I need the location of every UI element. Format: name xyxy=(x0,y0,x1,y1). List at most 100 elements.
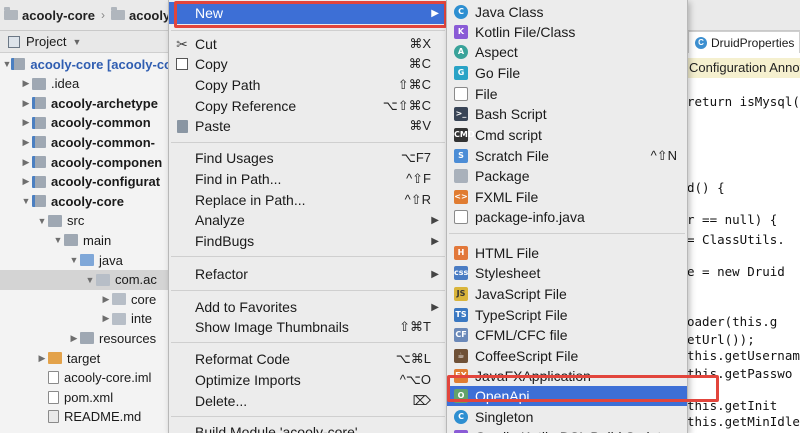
menu-shortcut: ⌥⌘L xyxy=(395,351,431,366)
submenu-item-label: Kotlin File/Class xyxy=(475,24,576,40)
menu-item-copy[interactable]: Copy ⌘C xyxy=(169,54,447,74)
tree-node-label: target xyxy=(67,350,101,366)
menu-item-label: Show Image Thumbnails xyxy=(195,319,349,335)
collapse-arrow-icon[interactable]: ▶ xyxy=(20,98,32,109)
submenu-item-package[interactable]: Package xyxy=(447,166,687,186)
menu-item-label: Paste xyxy=(195,118,231,134)
breadcrumb-item-root[interactable]: acooly-core xyxy=(4,7,95,23)
collapse-arrow-icon[interactable]: ▶ xyxy=(100,313,112,324)
menu-item-add-to-favorites[interactable]: Add to Favorites ▶ xyxy=(169,297,447,317)
menu-item-findbugs[interactable]: FindBugs ▶ xyxy=(169,231,447,251)
tree-node[interactable]: ▶ inte xyxy=(0,309,172,329)
folder-icon xyxy=(11,58,26,70)
expand-arrow-icon[interactable]: ▼ xyxy=(36,216,48,226)
tree-node[interactable]: acooly-core.iml xyxy=(0,368,172,388)
menu-item-replace-in-path[interactable]: Replace in Path... ^⇧R xyxy=(169,190,447,210)
menu-item-label: Copy Path xyxy=(195,77,261,93)
submenu-item-singleton[interactable]: C Singleton xyxy=(447,407,687,427)
submenu-item-icon-cell: ☕ xyxy=(447,349,475,363)
tree-node[interactable]: ▶ core xyxy=(0,289,172,309)
notification-banner[interactable]: Configuration Annotation Processor to up… xyxy=(687,58,800,78)
tree-node[interactable]: ▼ com.ac xyxy=(0,269,172,290)
folder-icon xyxy=(112,293,126,306)
menu-item-label: Reformat Code xyxy=(195,351,290,367)
project-view-header[interactable]: Project ▼ xyxy=(0,31,172,53)
collapse-arrow-icon[interactable]: ▶ xyxy=(20,117,32,128)
tree-node[interactable]: ▶ resources xyxy=(0,328,172,348)
menu-shortcut: ^⇧N xyxy=(650,148,677,163)
menu-item-paste[interactable]: Paste ⌘V xyxy=(169,116,447,136)
submenu-item-aspect[interactable]: A Aspect xyxy=(447,42,687,62)
menu-item-label: Find Usages xyxy=(195,150,274,166)
tree-node[interactable]: ▶ acooly-configurat xyxy=(0,172,172,192)
tree-node[interactable]: ▶ target xyxy=(0,348,172,368)
menu-item-find-in-path[interactable]: Find in Path... ^⇧F xyxy=(169,169,447,189)
expand-arrow-icon[interactable]: ▼ xyxy=(52,235,64,245)
menu-item-copy-path[interactable]: Copy Path ⇧⌘C xyxy=(169,75,447,95)
tree-node[interactable]: ▶ acooly-componen xyxy=(0,152,172,172)
submenu-item-typescript-file[interactable]: TS TypeScript File xyxy=(447,305,687,325)
tree-node[interactable]: ▼ acooly-core xyxy=(0,191,172,211)
menu-item-analyze[interactable]: Analyze ▶ xyxy=(169,210,447,230)
collapse-arrow-icon[interactable]: ▶ xyxy=(36,353,48,364)
tree-node[interactable]: README.md xyxy=(0,407,172,427)
submenu-item-gradle-kotlin-dsl-build-script[interactable]: KGradle Kotlin DSL Build Script xyxy=(447,427,687,433)
tree-node[interactable]: ▶ acooly-archetype xyxy=(0,93,172,113)
submenu-item-javascript-file[interactable]: JS JavaScript File xyxy=(447,284,687,304)
tree-node[interactable]: ▼ main xyxy=(0,230,172,250)
submenu-item-icon-cell: S xyxy=(447,149,475,163)
menu-item-cut[interactable]: ✂ Cut ⌘X xyxy=(169,34,447,54)
collapse-arrow-icon[interactable]: ▶ xyxy=(20,157,32,168)
menu-separator xyxy=(171,416,445,417)
submenu-item-icon-cell: CF xyxy=(447,328,475,342)
submenu-item-coffeescript-file[interactable]: ☕ CoffeeScript File xyxy=(447,346,687,366)
menu-item-copy-reference[interactable]: Copy Reference ⌥⇧⌘C xyxy=(169,96,447,116)
submenu-item-fxml-file[interactable]: <> FXML File xyxy=(447,187,687,207)
menu-shortcut: ⇧⌘C xyxy=(397,77,431,92)
menu-item-refactor[interactable]: Refactor ▶ xyxy=(169,264,447,284)
tab-druid-properties[interactable]: C DruidProperties xyxy=(688,31,800,53)
tree-node[interactable]: ▶ .idea xyxy=(0,74,172,94)
menu-item-show-image-thumbnails[interactable]: Show Image Thumbnails ⇧⌘T xyxy=(169,317,447,337)
tree-node[interactable]: ▼ java xyxy=(0,250,172,270)
menu-item-find-usages[interactable]: Find Usages ⌥F7 xyxy=(169,148,447,168)
submenu-item-scratch-file[interactable]: S Scratch File ^⇧N xyxy=(447,146,687,166)
submenu-item-label: Go File xyxy=(475,65,521,81)
collapse-arrow-icon[interactable]: ▶ xyxy=(68,333,80,344)
expand-arrow-icon[interactable]: ▼ xyxy=(20,196,32,206)
folder-icon xyxy=(32,175,46,188)
submenu-item-stylesheet[interactable]: css Stylesheet xyxy=(447,263,687,283)
collapse-arrow-icon[interactable]: ▶ xyxy=(20,137,32,148)
menu-item-optimize-imports[interactable]: Optimize Imports ^⌥O xyxy=(169,370,447,390)
collapse-arrow-icon[interactable]: ▶ xyxy=(20,78,32,89)
submenu-item-package-info-java[interactable]: package-info.java xyxy=(447,207,687,227)
menu-item-reformat-code[interactable]: Reformat Code ⌥⌘L xyxy=(169,349,447,369)
submenu-item-icon-cell: TS xyxy=(447,308,475,322)
clipboard-icon xyxy=(176,119,188,133)
submenu-item-cfml-cfc-file[interactable]: CF CFML/CFC file xyxy=(447,325,687,345)
submenu-item-html-file[interactable]: H HTML File xyxy=(447,243,687,263)
chevron-down-icon[interactable]: ▼ xyxy=(72,37,81,47)
expand-arrow-icon[interactable]: ▼ xyxy=(68,255,80,265)
tree-node[interactable]: ▼ acooly-core [acooly-co xyxy=(0,54,172,74)
tree-node[interactable]: ▶ acooly-common xyxy=(0,113,172,133)
submenu-item-cmd-script[interactable]: CMD Cmd script xyxy=(447,125,687,145)
tree-node[interactable]: ▶ acooly-common- xyxy=(0,132,172,152)
submenu-item-label: CoffeeScript File xyxy=(475,348,579,364)
menu-item-build-module[interactable]: Build Module 'acooly-core' xyxy=(169,422,447,433)
tree-node-label: .idea xyxy=(51,76,80,92)
menu-shortcut: ⌦ xyxy=(412,393,431,408)
submenu-item-file[interactable]: File xyxy=(447,84,687,104)
tree-node[interactable]: pom.xml xyxy=(0,387,172,407)
submenu-item-java-class[interactable]: C Java Class xyxy=(447,2,687,22)
tree-node[interactable]: ▼ src xyxy=(0,211,172,231)
menu-item-delete[interactable]: Delete... ⌦ xyxy=(169,391,447,411)
submenu-item-kotlin-file-class[interactable]: K Kotlin File/Class xyxy=(447,22,687,42)
collapse-arrow-icon[interactable]: ▶ xyxy=(20,176,32,187)
collapse-arrow-icon[interactable]: ▶ xyxy=(100,294,112,305)
expand-arrow-icon[interactable]: ▼ xyxy=(84,275,96,285)
submenu-item-label: Java Class xyxy=(475,4,544,20)
expand-arrow-icon[interactable]: ▼ xyxy=(2,59,11,69)
submenu-item-go-file[interactable]: G Go File xyxy=(447,63,687,83)
submenu-item-bash-script[interactable]: >_ Bash Script xyxy=(447,104,687,124)
